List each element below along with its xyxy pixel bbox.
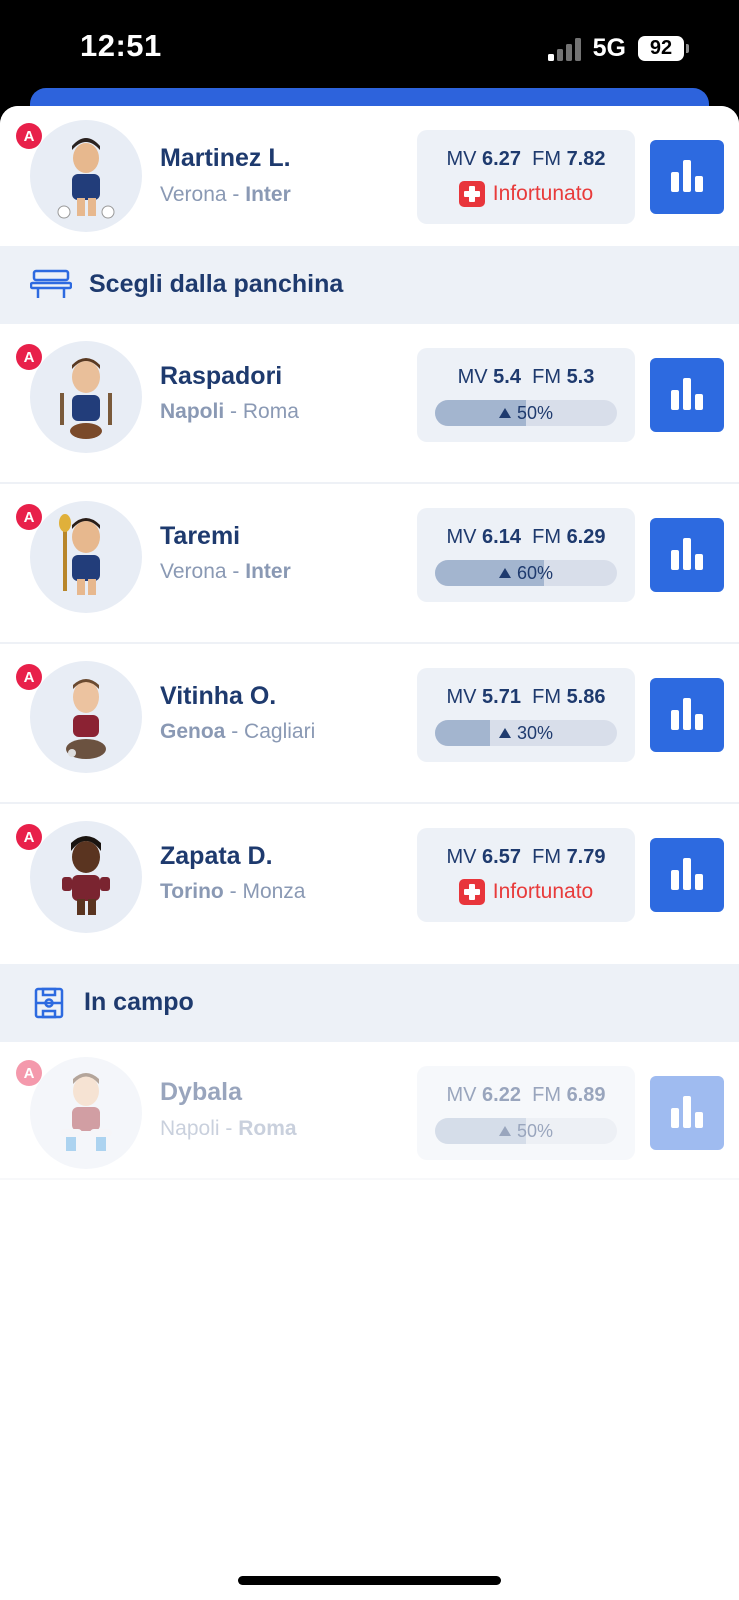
- home-team: Genoa: [160, 720, 226, 743]
- mv-value: 5.71: [482, 686, 521, 708]
- selected-player-row[interactable]: A Martinez L. Verona - Inter MV 6.27 FM …: [0, 106, 739, 246]
- player-avatar: [30, 120, 142, 232]
- status-indicators: 5G 92: [547, 34, 689, 63]
- player-avatar: [30, 501, 142, 613]
- role-badge: A: [16, 1060, 42, 1086]
- player-name: Taremi: [160, 522, 241, 550]
- player-stats: MV 5.71 FM 5.86 30%: [417, 668, 635, 762]
- mv-value: 6.22: [482, 1084, 521, 1106]
- player-match: Genoa - Cagliari: [160, 720, 316, 743]
- player-name: Raspadori: [160, 362, 283, 390]
- player-name: Zapata D.: [160, 842, 273, 870]
- role-badge: A: [16, 504, 42, 530]
- mv-value: 5.4: [493, 366, 521, 388]
- player-stats: MV 6.57 FM 7.79 Infortunato: [417, 828, 635, 922]
- player-match: Torino - Monza: [160, 880, 306, 903]
- probability-bar: 60%: [435, 560, 617, 586]
- player-stats: MV 6.27 FM 7.82 Infortunato: [417, 130, 635, 224]
- home-team: Torino: [160, 880, 224, 903]
- probability-bar: 50%: [435, 400, 617, 426]
- bench-player-row[interactable]: A Taremi Verona - Inter MV 6.14 FM 6.29 …: [0, 484, 739, 644]
- home-team: Verona: [160, 183, 227, 206]
- mv-value: 6.14: [482, 526, 521, 548]
- status-bar: 12:51 5G 92: [0, 0, 739, 90]
- mv-value: 6.27: [482, 148, 521, 170]
- role-badge: A: [16, 344, 42, 370]
- probability-bar: 30%: [435, 720, 617, 746]
- battery-icon: 92: [638, 36, 689, 61]
- player-stats: MV 5.4 FM 5.3 50%: [417, 348, 635, 442]
- arrow-up-icon: [498, 568, 511, 578]
- status-time: 12:51: [80, 28, 162, 63]
- away-team: Roma: [238, 1117, 297, 1140]
- stats-chart-button[interactable]: [650, 838, 724, 912]
- player-avatar: [30, 821, 142, 933]
- player-name: Dybala: [160, 1078, 242, 1106]
- role-badge: A: [16, 824, 42, 850]
- stats-chart-button[interactable]: [650, 518, 724, 592]
- injury-cross-icon: [458, 181, 485, 207]
- player-name: Martinez L.: [160, 144, 291, 172]
- battery-level: 92: [638, 36, 684, 61]
- pitch-icon: [34, 987, 64, 1019]
- fm-value: 6.89: [566, 1084, 606, 1106]
- player-stats: MV 6.22 FM 6.89 50%: [417, 1066, 635, 1160]
- player-match: Verona - Inter: [160, 560, 291, 583]
- home-team: Napoli: [160, 1117, 220, 1140]
- probability-value: 60%: [516, 562, 554, 583]
- probability-bar: 50%: [435, 1118, 617, 1144]
- arrow-up-icon: [498, 408, 511, 418]
- injury-cross-icon: [458, 879, 485, 905]
- home-team: Napoli: [160, 400, 225, 423]
- player-match: Verona - Inter: [160, 183, 291, 206]
- network-label: 5G: [592, 34, 626, 62]
- player-avatar: [30, 1057, 142, 1169]
- bench-section-header: Scegli dalla panchina: [0, 246, 739, 324]
- role-badge: A: [16, 664, 42, 690]
- fm-value: 7.79: [566, 846, 606, 868]
- away-team: Roma: [242, 400, 299, 423]
- stats-chart-button[interactable]: [650, 358, 724, 432]
- injury-status: Infortunato: [417, 879, 635, 905]
- away-team: Inter: [245, 183, 291, 206]
- signal-icon: [547, 37, 581, 61]
- home-team: Verona: [160, 560, 227, 583]
- bench-icon: [30, 269, 72, 298]
- player-match: Napoli - Roma: [160, 1117, 297, 1140]
- stats-chart-button[interactable]: [650, 140, 724, 214]
- away-team: Monza: [242, 880, 306, 903]
- away-team: Inter: [245, 560, 291, 583]
- bench-player-row[interactable]: A Vitinha O. Genoa - Cagliari MV 5.71 FM…: [0, 644, 739, 804]
- arrow-up-icon: [498, 728, 511, 738]
- stats-chart-button[interactable]: [650, 1076, 724, 1150]
- arrow-up-icon: [498, 1126, 511, 1136]
- section-title: In campo: [84, 988, 194, 1016]
- player-avatar: [30, 341, 142, 453]
- away-team: Cagliari: [244, 720, 316, 743]
- injury-status: Infortunato: [417, 181, 635, 207]
- player-stats: MV 6.14 FM 6.29 60%: [417, 508, 635, 602]
- probability-value: 50%: [516, 402, 554, 423]
- mv-value: 6.57: [482, 846, 521, 868]
- bench-player-row[interactable]: A Raspadori Napoli - Roma MV 5.4 FM 5.3 …: [0, 324, 739, 484]
- field-section-header: In campo: [0, 964, 739, 1042]
- player-name: Vitinha O.: [160, 682, 277, 710]
- bench-player-row[interactable]: A Zapata D. Torino - Monza MV 6.57 FM 7.…: [0, 804, 739, 964]
- probability-value: 50%: [516, 1120, 554, 1141]
- probability-value: 30%: [516, 722, 554, 743]
- fm-value: 7.82: [566, 148, 606, 170]
- stats-chart-button[interactable]: [650, 678, 724, 752]
- fm-value: 5.86: [566, 686, 606, 708]
- section-title: Scegli dalla panchina: [89, 270, 344, 298]
- substitution-sheet: A Martinez L. Verona - Inter MV 6.27 FM …: [0, 106, 739, 1600]
- field-player-row: A Dybala Napoli - Roma MV 6.22 FM 6.89 5…: [0, 1042, 739, 1180]
- fm-value: 5.3: [566, 366, 595, 388]
- fm-value: 6.29: [566, 526, 606, 548]
- role-badge: A: [16, 123, 42, 149]
- player-avatar: [30, 661, 142, 773]
- home-indicator[interactable]: [238, 1576, 501, 1585]
- player-match: Napoli - Roma: [160, 400, 299, 423]
